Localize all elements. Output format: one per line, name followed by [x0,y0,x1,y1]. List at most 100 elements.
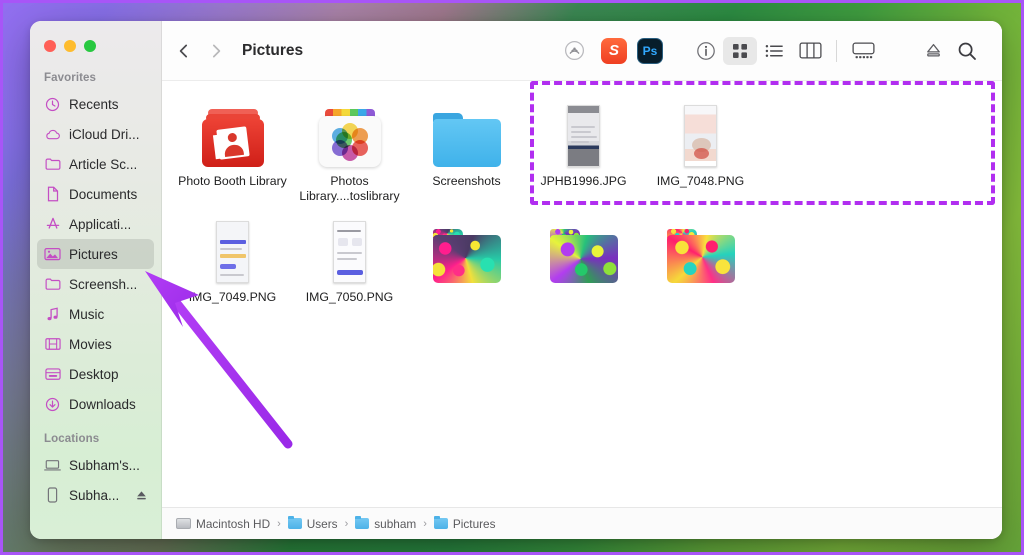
zoom-button[interactable] [84,40,96,52]
file-item[interactable]: Photos Library....toslibrary [291,93,408,203]
airdrop-icon[interactable] [557,37,591,65]
sidebar-item-label: iCloud Dri... [69,126,140,142]
file-label: IMG_7049.PNG [188,290,277,304]
iphone-icon [44,487,61,504]
file-label: JPHB1996.JPG [540,174,627,188]
view-list-button[interactable] [757,37,791,65]
sidebar-item-applications[interactable]: Applicati... [37,209,154,239]
file-item[interactable] [408,209,525,305]
breadcrumb-label: Pictures [452,516,496,531]
file-item[interactable]: Screenshots [408,93,525,203]
image-thumbnail [333,217,366,283]
sketch-app-icon[interactable]: S [601,37,627,64]
sidebar-item-label: Music [69,306,105,322]
close-button[interactable] [44,40,56,52]
sidebar-item-music[interactable]: Music [37,299,154,329]
file-label: IMG_7050.PNG [305,290,394,304]
eject-icon[interactable] [133,487,150,504]
download-icon [44,396,61,413]
photoshop-app-icon[interactable]: Ps [637,37,663,64]
minimize-button[interactable] [64,40,76,52]
navigation-buttons [176,43,224,59]
sidebar-item-article-screenshots[interactable]: Article Sc... [37,149,154,179]
sidebar-item-label: Recents [69,96,119,112]
page-title: Pictures [242,41,304,59]
sidebar-item-downloads[interactable]: Downloads [37,389,154,419]
toolbar-divider [836,39,837,62]
file-label: Photo Booth Library [178,174,287,188]
file-item[interactable]: Photo Booth Library [174,93,291,203]
file-item[interactable] [642,209,759,305]
psychedelic-folder-icon [549,217,618,283]
folder-icon [44,156,61,173]
sidebar-item-desktop[interactable]: Desktop [37,359,154,389]
view-gallery-button[interactable] [844,37,882,65]
psychedelic-folder-icon [666,217,735,283]
image-thumbnail [216,217,249,283]
pictures-icon [44,246,61,263]
finder-window-body: Favorites Recents iCloud Dri... Article … [30,21,1002,539]
breadcrumb-label: subham [374,516,417,531]
folder-icon [287,516,302,529]
clock-icon [44,96,61,113]
view-icon-grid-button[interactable] [723,36,757,65]
back-button[interactable] [176,43,192,59]
sidebar-item-label: Screensh... [69,276,138,292]
breadcrumb-label: Macintosh HD [196,516,271,531]
breadcrumb-item-pictures[interactable]: Pictures [433,516,496,531]
laptop-icon [44,457,61,474]
finder-content-column: Pictures S Ps Photo Booth Library Photos… [162,21,1002,539]
breadcrumb-item-users[interactable]: Users [287,516,338,531]
file-label: Screenshots [432,174,501,188]
sidebar-item-label: Subham's... [69,457,140,473]
finder-toolbar: Pictures S Ps [162,21,1002,81]
sidebar-item-label: Applicati... [69,216,132,232]
file-label: Photos Library....toslibrary [299,174,400,203]
eject-icon[interactable] [916,37,950,65]
file-item[interactable]: JPHB1996.JPG [525,93,642,203]
file-grid: Photo Booth Library Photos Library....to… [162,81,1002,305]
breadcrumb-item-subham[interactable]: subham [355,516,417,531]
sidebar-item-subha-iphone[interactable]: Subha... [37,480,154,510]
sidebar-item-label: Subha... [69,487,120,503]
finder-sidebar: Favorites Recents iCloud Dri... Article … [30,21,162,539]
view-column-button[interactable] [791,37,829,65]
forward-button[interactable] [208,43,224,59]
sidebar-item-pictures[interactable]: Pictures [37,239,154,269]
file-grid-area[interactable]: Photo Booth Library Photos Library....to… [162,81,1002,507]
document-icon [44,186,61,203]
sidebar-section-locations-header: Locations [44,433,100,445]
sidebar-item-screenshots[interactable]: Screensh... [37,269,154,299]
psychedelic-folder-icon [432,217,501,283]
breadcrumb-separator: › [344,517,349,530]
sidebar-item-label: Pictures [69,246,118,262]
image-thumbnail [684,101,717,167]
breadcrumb-separator: › [423,517,427,530]
photos-library-icon [318,101,381,167]
breadcrumb: Macintosh HD › Users › subham › Pictures [162,507,1002,539]
sidebar-section-favorites-header: Favorites [44,72,97,84]
sidebar-item-label: Downloads [69,396,136,412]
file-item[interactable]: IMG_7048.PNG [642,93,759,203]
file-item[interactable] [525,209,642,305]
folder-icon [355,516,370,529]
file-item[interactable]: IMG_7049.PNG [174,209,291,305]
sidebar-item-label: Desktop [69,366,119,382]
file-item[interactable]: IMG_7050.PNG [291,209,408,305]
sidebar-item-recents[interactable]: Recents [37,89,154,119]
sidebar-item-icloud-drive[interactable]: iCloud Dri... [37,119,154,149]
search-icon[interactable] [950,37,984,65]
finder-window: Favorites Recents iCloud Dri... Article … [30,21,1002,539]
info-icon[interactable] [689,37,723,65]
film-icon [44,336,61,353]
sidebar-item-movies[interactable]: Movies [37,329,154,359]
sidebar-item-documents[interactable]: Documents [37,179,154,209]
sidebar-item-label: Article Sc... [69,156,138,172]
desktop-icon [44,366,61,383]
harddisk-icon [176,518,191,529]
sidebar-item-subhams-mac[interactable]: Subham's... [37,450,154,480]
photo-booth-library-icon [201,101,264,167]
sidebar-item-label: Documents [69,186,138,202]
blue-folder-icon [432,101,501,167]
breadcrumb-item-macintosh-hd[interactable]: Macintosh HD [176,517,270,531]
